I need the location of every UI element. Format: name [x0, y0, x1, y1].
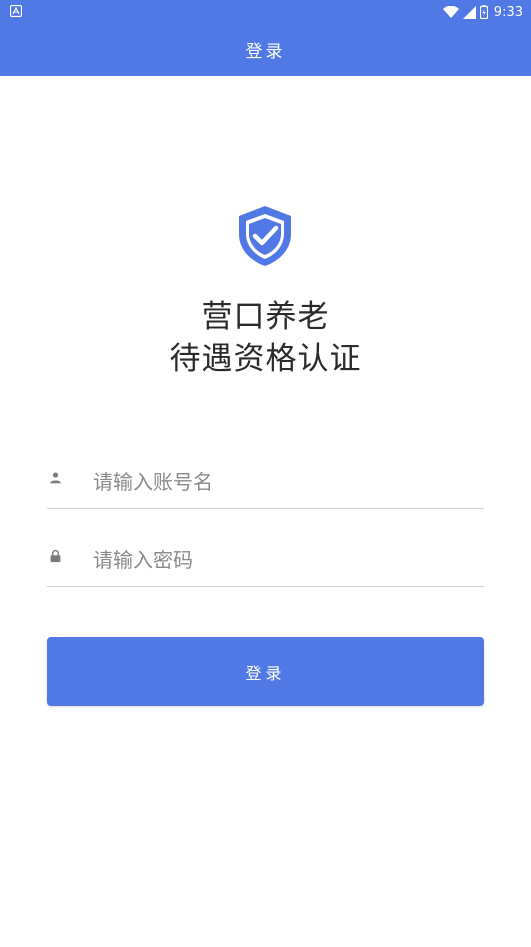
app-title-line2: 待遇资格认证 [169, 341, 362, 377]
password-field [47, 540, 484, 587]
username-input[interactable] [93, 464, 473, 500]
notification-icon [10, 5, 22, 17]
wifi-icon [442, 5, 459, 18]
app-bar: 9:33 登录 [0, 0, 531, 76]
status-time: 9:33 [493, 4, 523, 20]
signal-icon [462, 5, 476, 19]
shield-check-icon [239, 206, 291, 266]
login-button[interactable]: 登录 [47, 637, 484, 706]
username-field [47, 462, 484, 509]
login-screen: 9:33 登录 营口养老 待遇资格认证 登录 [0, 0, 531, 947]
app-title-line1: 营口养老 [201, 299, 330, 335]
password-input[interactable] [93, 542, 473, 578]
status-bar: 9:33 [0, 0, 531, 24]
lock-icon [50, 549, 61, 563]
status-icons: 9:33 [442, 2, 523, 22]
page-title: 登录 [245, 42, 286, 62]
person-icon [50, 472, 61, 484]
battery-icon [479, 5, 488, 19]
login-button-label: 登录 [245, 663, 286, 683]
